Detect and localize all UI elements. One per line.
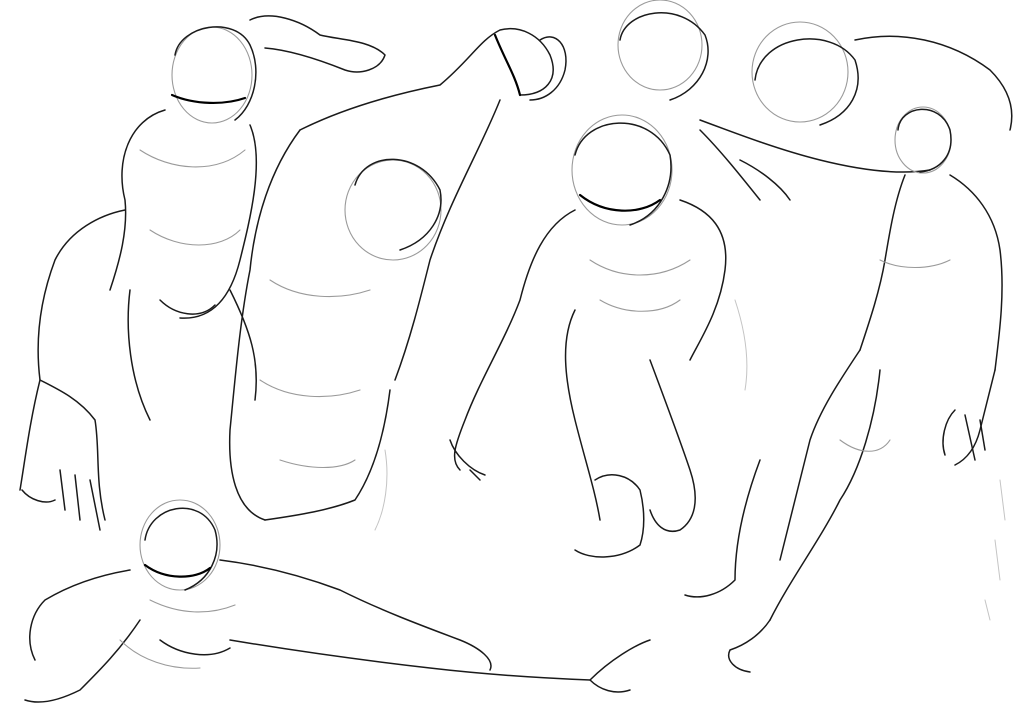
body-left-edge bbox=[228, 129, 301, 521]
figure-reaching-up bbox=[228, 28, 567, 521]
left-leg bbox=[564, 309, 601, 521]
left-arm bbox=[29, 569, 131, 661]
head-brow-line bbox=[170, 93, 247, 105]
head-construction-circle bbox=[171, 26, 253, 124]
reaching-arm-upper bbox=[37, 209, 126, 381]
head-outline bbox=[354, 158, 442, 251]
left-foot bbox=[684, 459, 761, 598]
right-leg bbox=[229, 639, 651, 681]
gesture-stroke bbox=[984, 479, 1006, 621]
right-shoulder bbox=[679, 199, 727, 361]
torso-construction bbox=[139, 149, 246, 246]
head-b-construction bbox=[751, 21, 849, 123]
figure-lunging-reach bbox=[19, 15, 386, 531]
right-knee bbox=[649, 359, 696, 532]
right-foot bbox=[589, 679, 631, 693]
raised-arm bbox=[249, 15, 386, 73]
figure-standing-arm-down bbox=[684, 106, 1003, 673]
head-outline bbox=[174, 26, 257, 121]
torso-left bbox=[859, 174, 906, 351]
extended-arm bbox=[854, 35, 1013, 131]
hips-line bbox=[159, 639, 231, 656]
torso-left-edge bbox=[109, 109, 166, 291]
body-right-edge bbox=[394, 99, 501, 381]
right-arm bbox=[219, 559, 492, 671]
right-arm-upper bbox=[949, 174, 1003, 371]
raised-hand bbox=[493, 33, 522, 97]
figure-leaning-back-reach bbox=[617, 0, 1013, 201]
body-construction bbox=[119, 599, 236, 669]
right-foot bbox=[728, 619, 771, 673]
head-jaw-line bbox=[578, 193, 662, 212]
torso-right-edge bbox=[179, 124, 258, 319]
head-construction-circle bbox=[571, 114, 673, 226]
figure-low-split-stretch bbox=[24, 499, 651, 703]
raised-fist bbox=[529, 36, 567, 101]
sketch-canvas bbox=[0, 0, 1024, 724]
left-leg bbox=[24, 619, 141, 703]
gesture-stroke bbox=[374, 449, 388, 531]
reaching-fingers bbox=[699, 129, 791, 201]
torso-construction bbox=[589, 259, 691, 312]
reaching-hand bbox=[21, 469, 101, 531]
figure-kneeling-crouch bbox=[449, 114, 727, 558]
gesture-stroke bbox=[734, 299, 748, 391]
body-construction bbox=[259, 279, 371, 468]
sketch-drawing bbox=[19, 0, 1013, 703]
body-bottom-edge bbox=[264, 389, 391, 521]
left-arm bbox=[453, 209, 576, 471]
head-jaw-line bbox=[143, 563, 212, 578]
left-leg bbox=[779, 349, 861, 561]
head-a-outline bbox=[619, 12, 709, 101]
right-arm-lower bbox=[954, 369, 996, 466]
left-foot bbox=[574, 474, 645, 558]
gesture-strokes bbox=[374, 299, 1006, 621]
